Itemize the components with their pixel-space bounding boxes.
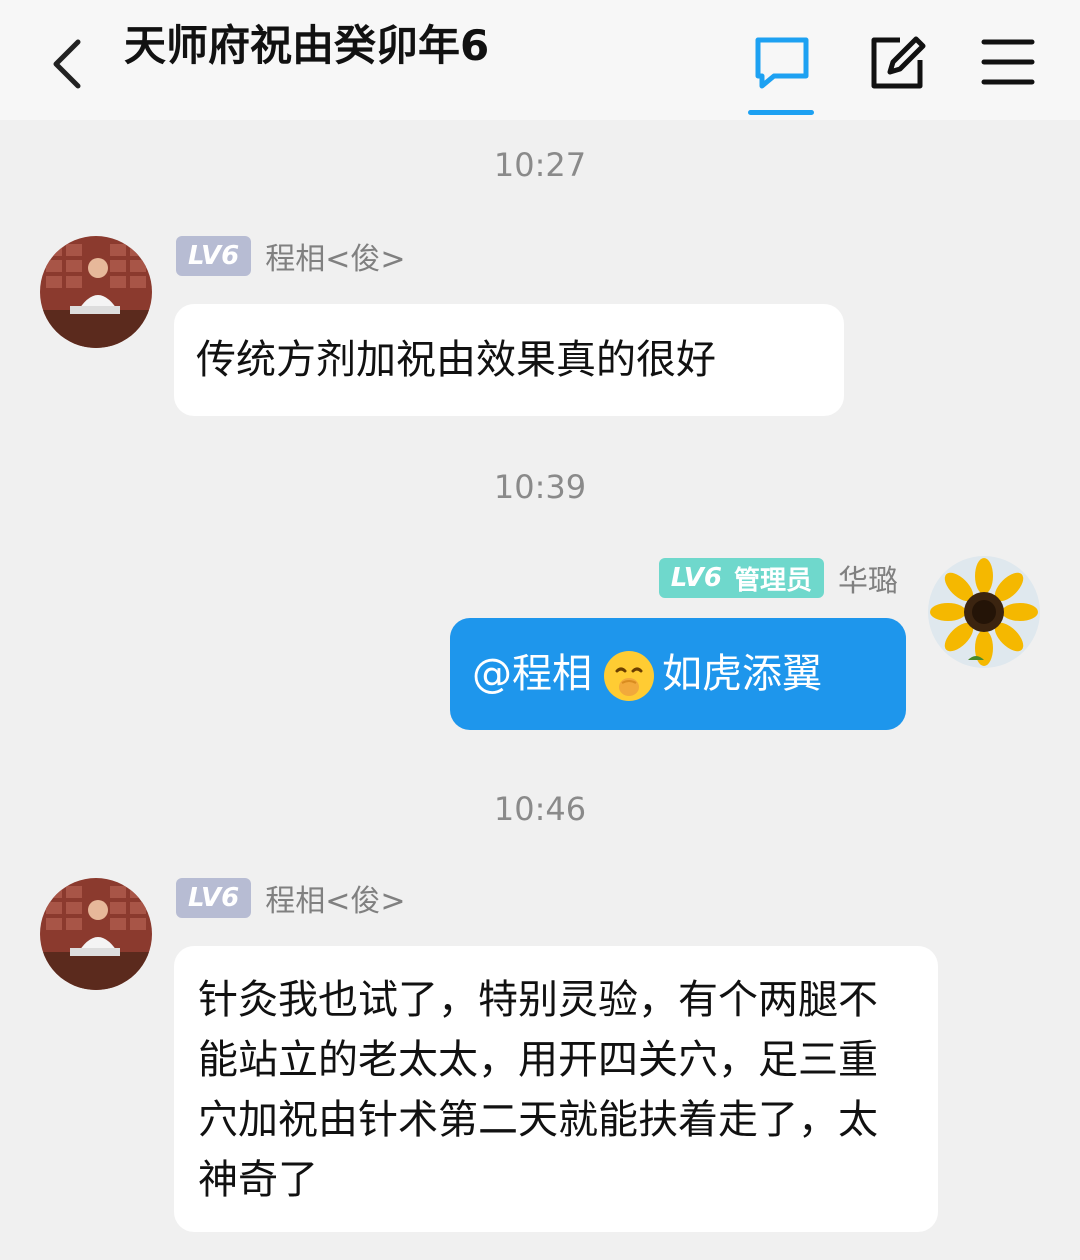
avatar[interactable] — [40, 236, 152, 348]
level-badge: LV6 — [176, 878, 252, 918]
edit-button[interactable] — [866, 30, 930, 94]
admin-badge: LV6 管理员 — [658, 558, 824, 598]
message-text: 传统方剂加祝由效果真的很好 — [196, 337, 716, 383]
chat-tab-button[interactable] — [750, 30, 814, 94]
sender-name[interactable]: 程相<俊> — [265, 234, 405, 278]
level-badge: LV6 — [176, 236, 252, 276]
level-badge: LV6 — [670, 563, 722, 593]
smirk-face-emoji — [604, 651, 654, 701]
menu-button[interactable] — [976, 30, 1040, 94]
message-text: 针灸我也试了，特别灵验，有个两腿不能站立的老太太，用开四关穴，足三重穴加祝由针术… — [198, 977, 878, 1203]
doctor-photo-avatar — [40, 236, 152, 348]
message-bubble[interactable]: 针灸我也试了，特别灵验，有个两腿不能站立的老太太，用开四关穴，足三重穴加祝由针术… — [174, 946, 938, 1232]
message-bubble[interactable]: @程相 如虎添翼 — [450, 618, 906, 730]
back-button[interactable] — [44, 34, 92, 90]
top-bar: 天师府祝由癸卯年6 — [0, 0, 1080, 120]
sender-name[interactable]: 程相<俊> — [265, 876, 405, 920]
edit-icon — [871, 36, 926, 89]
avatar[interactable] — [40, 878, 152, 990]
timestamp: 10:39 — [493, 468, 587, 506]
menu-icon — [981, 39, 1035, 85]
sunflower-avatar — [928, 556, 1040, 668]
doctor-photo-avatar — [40, 878, 152, 990]
sender-row: LV6 程相<俊> — [176, 234, 405, 278]
timestamp: 10:46 — [493, 790, 587, 828]
back-icon — [53, 39, 81, 89]
message-bubble[interactable]: 传统方剂加祝由效果真的很好 — [174, 304, 844, 416]
timestamp: 10:27 — [493, 146, 587, 184]
mention-text[interactable]: @程相 — [472, 651, 592, 697]
avatar[interactable] — [928, 556, 1040, 668]
message-text: 如虎添翼 — [662, 651, 822, 697]
chat-title: 天师府祝由癸卯年6 — [124, 21, 490, 70]
sender-row: LV6 程相<俊> — [176, 876, 405, 920]
sender-name[interactable]: 华璐 — [838, 556, 898, 600]
active-tab-indicator — [748, 110, 814, 115]
sender-row: LV6 管理员 华璐 — [658, 556, 898, 600]
chat-icon — [755, 37, 809, 89]
role-label: 管理员 — [733, 565, 812, 596]
